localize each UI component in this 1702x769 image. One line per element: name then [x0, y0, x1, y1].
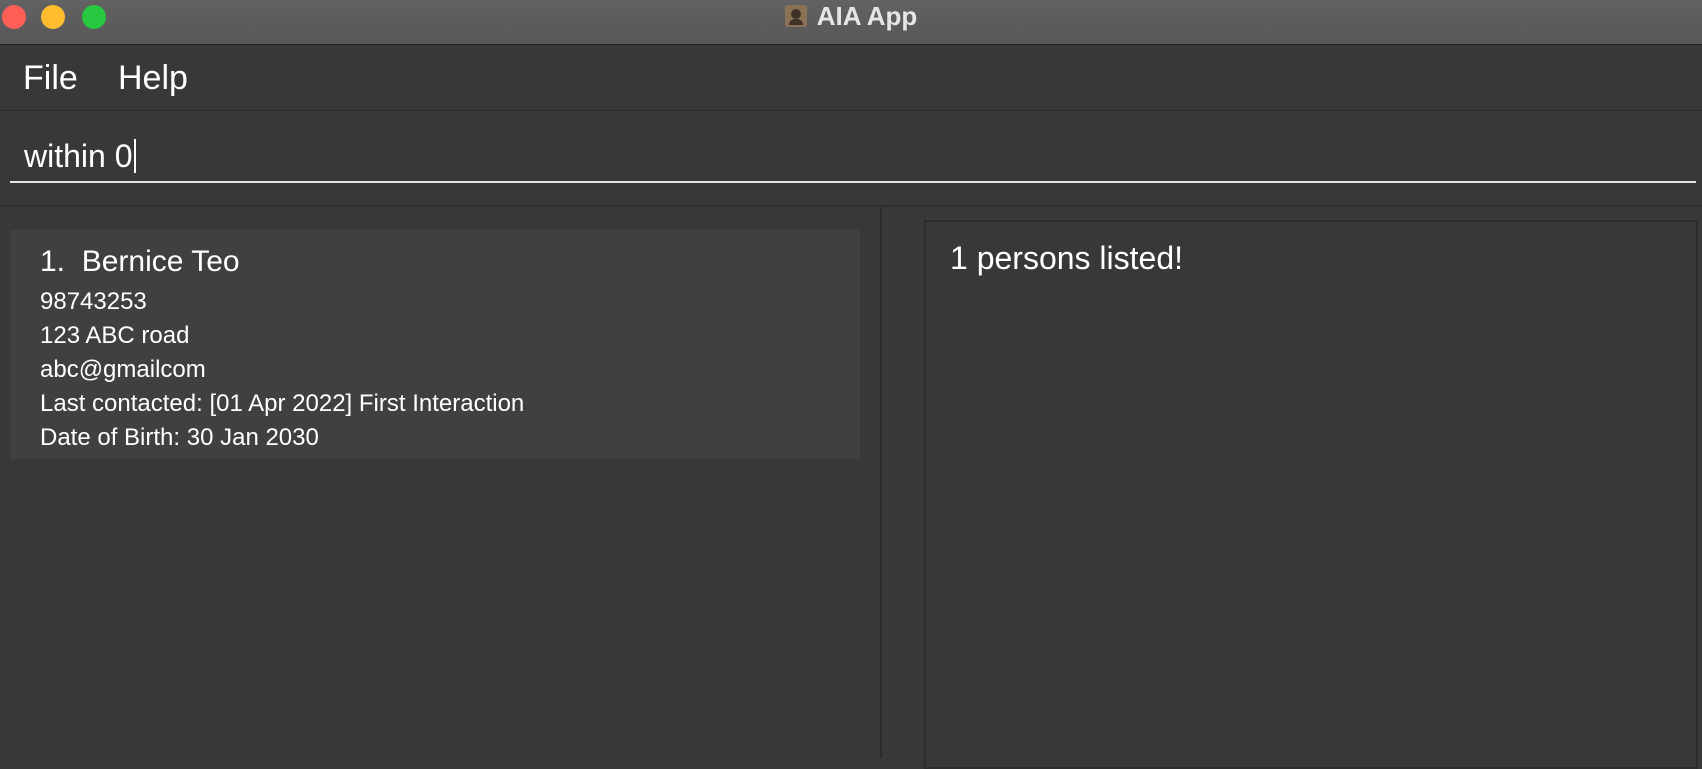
- person-name: Bernice Teo: [81, 245, 240, 278]
- window-title-group: AIA App: [0, 0, 1702, 32]
- command-text-wrap: within 0: [24, 138, 136, 175]
- contact-book-icon: [784, 5, 807, 27]
- person-address: 123 ABC road: [40, 322, 190, 349]
- person-name-row: 1. Bernice Teo: [40, 245, 240, 279]
- person-list-panel[interactable]: 1. Bernice Teo 98743253 123 ABC road abc…: [0, 207, 880, 758]
- window-title: AIA App: [816, 0, 918, 31]
- window-title-bar: AIA App: [0, 0, 1702, 45]
- person-index: 1.: [40, 245, 66, 278]
- person-birthday: Date of Birth: 30 Jan 2030: [40, 424, 319, 451]
- person-email: abc@gmailcom: [40, 356, 206, 383]
- result-message: 1 persons listed!: [950, 240, 1184, 276]
- result-display: 1 persons listed!: [924, 220, 1698, 769]
- command-box-area: within 0: [0, 111, 1702, 203]
- command-input[interactable]: [10, 131, 1696, 183]
- panel-splitter[interactable]: [880, 207, 906, 758]
- text-cursor: [133, 139, 136, 173]
- command-input-value: within 0: [24, 138, 133, 174]
- file-menu[interactable]: File: [23, 59, 78, 98]
- person-last-contacted: Last contacted: [01 Apr 2022] First Inte…: [40, 390, 525, 417]
- help-menu[interactable]: Help: [118, 59, 188, 98]
- person-phone: 98743253: [40, 288, 147, 315]
- menu-bar: File Help: [0, 45, 1702, 111]
- person-card[interactable]: 1. Bernice Teo 98743253 123 ABC road abc…: [10, 230, 860, 459]
